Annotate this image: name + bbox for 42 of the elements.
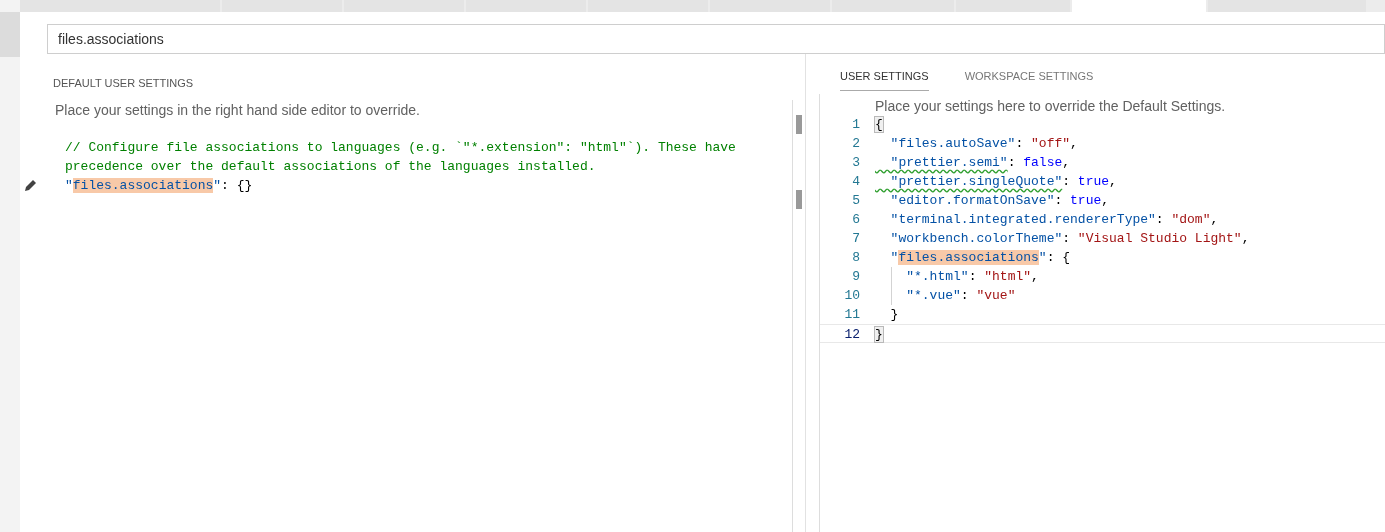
editor-tab[interactable] xyxy=(956,0,1070,12)
editor-tab[interactable] xyxy=(466,0,586,12)
line-number: 9 xyxy=(851,268,860,286)
editor-tab[interactable] xyxy=(1208,0,1366,12)
editor-tab[interactable] xyxy=(832,0,954,12)
line-number: 4 xyxy=(851,173,860,191)
code-line: } xyxy=(889,306,899,324)
line-number: 3 xyxy=(851,154,860,172)
editor-tab[interactable] xyxy=(588,0,708,12)
line-number: 12 xyxy=(843,326,860,342)
code-line: "editor.formatOnSave": true, xyxy=(889,192,1110,210)
active-indicator xyxy=(0,12,20,57)
line-number: 2 xyxy=(851,135,860,153)
search-field[interactable]: files.associations xyxy=(47,24,1385,54)
line-number: 6 xyxy=(851,211,860,229)
settings-tab[interactable]: USER SETTINGS xyxy=(840,69,929,91)
editor-tab[interactable] xyxy=(20,0,220,12)
code-line: "prettier.singleQuote": true, xyxy=(889,173,1117,191)
hint-text: Place your settings in the right hand side editor to override. xyxy=(55,100,421,120)
line-number: 10 xyxy=(843,287,860,305)
code-line: "workbench.colorTheme": "Visual Studio Light", xyxy=(889,230,1250,248)
code-line: precedence over the default associations of the languages installed. xyxy=(65,157,596,176)
ruler-mark xyxy=(796,115,802,134)
line-number: 11 xyxy=(843,306,860,324)
code-line: "files.associations": { xyxy=(889,249,1071,267)
line-number: 8 xyxy=(851,249,860,267)
settings-tab[interactable]: WORKSPACE SETTINGS xyxy=(964,69,1094,91)
editor-tab[interactable] xyxy=(222,0,342,12)
ruler-mark xyxy=(796,190,802,209)
code-line: "files.autoSave": "off", xyxy=(889,135,1078,153)
editor-tab[interactable] xyxy=(710,0,830,12)
pencil-icon[interactable] xyxy=(24,178,37,192)
line-number: 5 xyxy=(851,192,860,210)
hint-text: Place your settings here to override the Default Settings. xyxy=(875,97,1227,115)
line-number: 1 xyxy=(851,116,860,134)
line-number: 7 xyxy=(851,230,860,248)
editor-tab[interactable] xyxy=(344,0,464,12)
code-line: "files.associations": {} xyxy=(65,176,253,195)
pane-title: DEFAULT USER SETTINGS xyxy=(53,76,195,91)
code-line: "terminal.integrated.rendererType": "dom", xyxy=(889,211,1219,229)
code-line: "prettier.semi": false, xyxy=(889,154,1071,172)
code-line: // Configure file associations to languages (e.g. `"*.extension": "html"`). These have xyxy=(65,138,736,157)
